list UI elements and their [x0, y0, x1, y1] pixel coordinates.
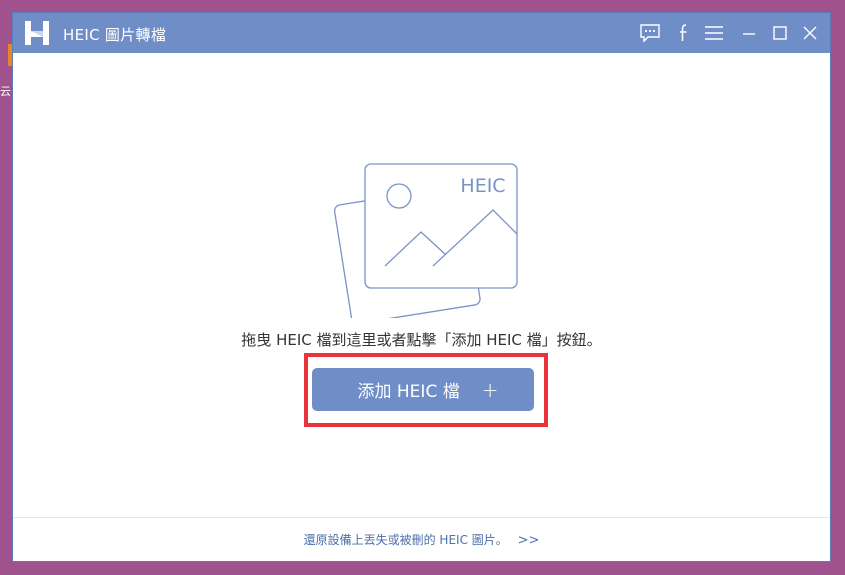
desktop-label-fragment: 云 [0, 85, 11, 98]
minimize-icon [743, 33, 755, 35]
illustration-heic-label: HEIC [460, 175, 505, 197]
add-heic-button-label: 添加 HEIC 檔 [357, 382, 460, 402]
main-content: HEIC 拖曳 HEIC 檔到這里或者點擊「添加 HEIC 檔」按鈕。 添加 H… [13, 53, 830, 561]
feedback-button[interactable] [639, 22, 661, 44]
close-icon [803, 26, 817, 40]
minimize-button[interactable] [738, 22, 760, 44]
desktop-edge: 云 [0, 40, 12, 100]
close-button[interactable] [799, 22, 821, 44]
drop-hint-text: 拖曳 HEIC 檔到這里或者點擊「添加 HEIC 檔」按鈕。 [241, 331, 602, 349]
window-title: HEIC 圖片轉檔 [63, 26, 167, 44]
footer-divider [13, 517, 830, 518]
facebook-button[interactable] [673, 22, 695, 44]
recover-photos-link-text: 還原設備上丟失或被刪的 HEIC 圖片。 [303, 533, 508, 547]
title-bar: HEIC 圖片轉檔 [13, 13, 830, 53]
chat-bubble-icon [640, 24, 660, 43]
facebook-icon [680, 24, 687, 41]
plus-icon: + [481, 377, 499, 402]
menu-button[interactable] [703, 22, 725, 44]
double-chevron-right-icon: >> [517, 533, 540, 548]
app-logo-icon [25, 21, 49, 45]
hamburger-menu-icon [705, 26, 723, 40]
app-window: HEIC 圖片轉檔 HEIC 拖曳 HEIC 檔到這里或者點擊「添加 HEIC … [12, 12, 831, 562]
add-heic-button[interactable]: 添加 HEIC 檔 + [312, 368, 534, 411]
maximize-button[interactable] [769, 22, 791, 44]
recover-photos-link[interactable]: 還原設備上丟失或被刪的 HEIC 圖片。 >> [13, 531, 830, 548]
maximize-icon [773, 26, 787, 40]
image-placeholder-illustration: HEIC [333, 163, 518, 318]
